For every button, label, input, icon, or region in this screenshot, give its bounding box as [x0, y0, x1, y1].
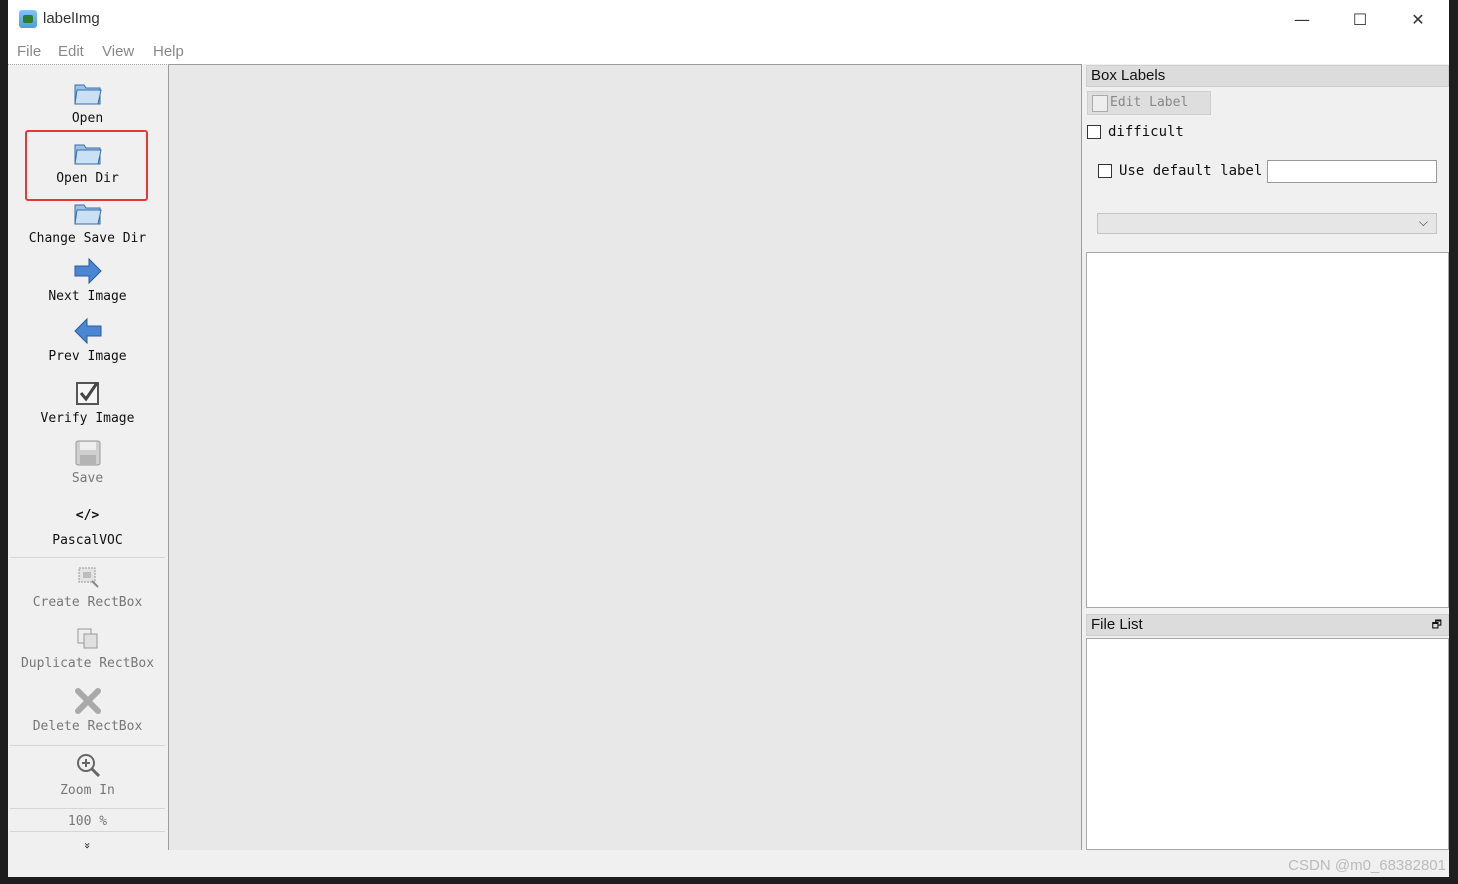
- default-label-input[interactable]: [1267, 160, 1437, 183]
- save-button[interactable]: Save: [8, 437, 167, 486]
- change-save-dir-label: Change Save Dir: [28, 231, 147, 246]
- box-labels-title: Box Labels: [1086, 65, 1449, 87]
- create-rectbox-label: Create RectBox: [32, 595, 143, 610]
- image-canvas[interactable]: [168, 64, 1082, 851]
- copy-icon: [77, 628, 97, 649]
- zoom-in-label: Zoom In: [60, 783, 115, 798]
- edit-label-button[interactable]: Edit Label: [1087, 91, 1211, 115]
- next-image-label: Next Image: [48, 289, 127, 304]
- duplicate-rectbox-label: Duplicate RectBox: [20, 656, 155, 671]
- zoom-level-field[interactable]: 100 %: [8, 812, 167, 829]
- app-icon: [19, 10, 37, 28]
- delete-rectbox-button[interactable]: Delete RectBox: [8, 685, 167, 734]
- use-default-label-checkbox[interactable]: [1098, 164, 1112, 178]
- minimize-button[interactable]: —: [1273, 0, 1331, 38]
- format-button[interactable]: </> PascalVOC: [8, 503, 167, 548]
- folder-open-icon: [73, 84, 102, 105]
- close-button[interactable]: ✕: [1389, 0, 1447, 38]
- create-rectbox-icon: [78, 567, 99, 588]
- float-dock-icon[interactable]: 🗗: [1432, 615, 1442, 635]
- zoom-in-button[interactable]: Zoom In: [8, 749, 167, 798]
- difficult-label: difficult: [1108, 124, 1184, 140]
- menu-file[interactable]: File: [17, 43, 41, 60]
- toolbar-separator: [10, 831, 165, 832]
- open-label: Open: [71, 111, 104, 126]
- save-label: Save: [71, 471, 104, 486]
- toolbar-separator: [10, 808, 165, 809]
- window-title: labelImg: [43, 10, 100, 27]
- maximize-button[interactable]: ☐: [1331, 0, 1389, 38]
- prev-image-label: Prev Image: [48, 349, 127, 364]
- format-label: PascalVOC: [52, 533, 123, 548]
- edit-label-text: Edit Label: [1110, 95, 1189, 110]
- labelimg-window: labelImg — ☐ ✕ File Edit View Help Open …: [8, 0, 1449, 877]
- file-list-title-text: File List: [1091, 616, 1143, 633]
- menu-bar: File Edit View Help: [8, 38, 1449, 64]
- menu-help[interactable]: Help: [153, 43, 184, 60]
- file-list[interactable]: [1086, 638, 1449, 850]
- next-image-button[interactable]: Next Image: [8, 255, 167, 304]
- open-button[interactable]: Open: [8, 77, 167, 126]
- arrow-right-icon: [74, 257, 102, 285]
- status-bar: [8, 850, 1449, 877]
- use-default-label-text: Use default label: [1119, 163, 1263, 179]
- verify-image-button[interactable]: Verify Image: [8, 377, 167, 426]
- chevron-down-icon: »: [81, 842, 94, 849]
- file-list-title: File List 🗗: [1086, 614, 1449, 636]
- save-icon: [75, 440, 100, 466]
- menu-edit[interactable]: Edit: [58, 43, 84, 60]
- prev-image-button[interactable]: Prev Image: [8, 315, 167, 364]
- menu-view[interactable]: View: [102, 43, 134, 60]
- title-bar: labelImg — ☐ ✕: [8, 0, 1449, 38]
- change-save-dir-button[interactable]: Change Save Dir: [8, 197, 167, 246]
- toolbar-separator: [10, 745, 165, 746]
- chevron-down-icon: ⌵: [1418, 215, 1428, 229]
- delete-x-icon: [74, 688, 101, 714]
- label-combobox[interactable]: ⌵: [1097, 213, 1437, 234]
- label-list[interactable]: [1086, 252, 1449, 608]
- zoom-level-value: 100 %: [67, 814, 108, 829]
- duplicate-rectbox-button[interactable]: Duplicate RectBox: [8, 622, 167, 671]
- edit-icon: [1092, 95, 1108, 112]
- toolbar-separator: [10, 557, 165, 558]
- arrow-left-icon: [73, 317, 101, 345]
- verify-image-label: Verify Image: [40, 411, 135, 426]
- code-icon: </>: [75, 508, 100, 523]
- zoom-in-icon: [76, 754, 100, 778]
- folder-open-icon: [73, 204, 102, 225]
- difficult-checkbox[interactable]: [1087, 125, 1101, 139]
- highlight-box: [25, 130, 148, 201]
- delete-rectbox-label: Delete RectBox: [32, 719, 143, 734]
- watermark: CSDN @m0_68382801: [1288, 857, 1446, 874]
- checkbox-checked-icon: [75, 382, 99, 405]
- create-rectbox-button[interactable]: Create RectBox: [8, 561, 167, 610]
